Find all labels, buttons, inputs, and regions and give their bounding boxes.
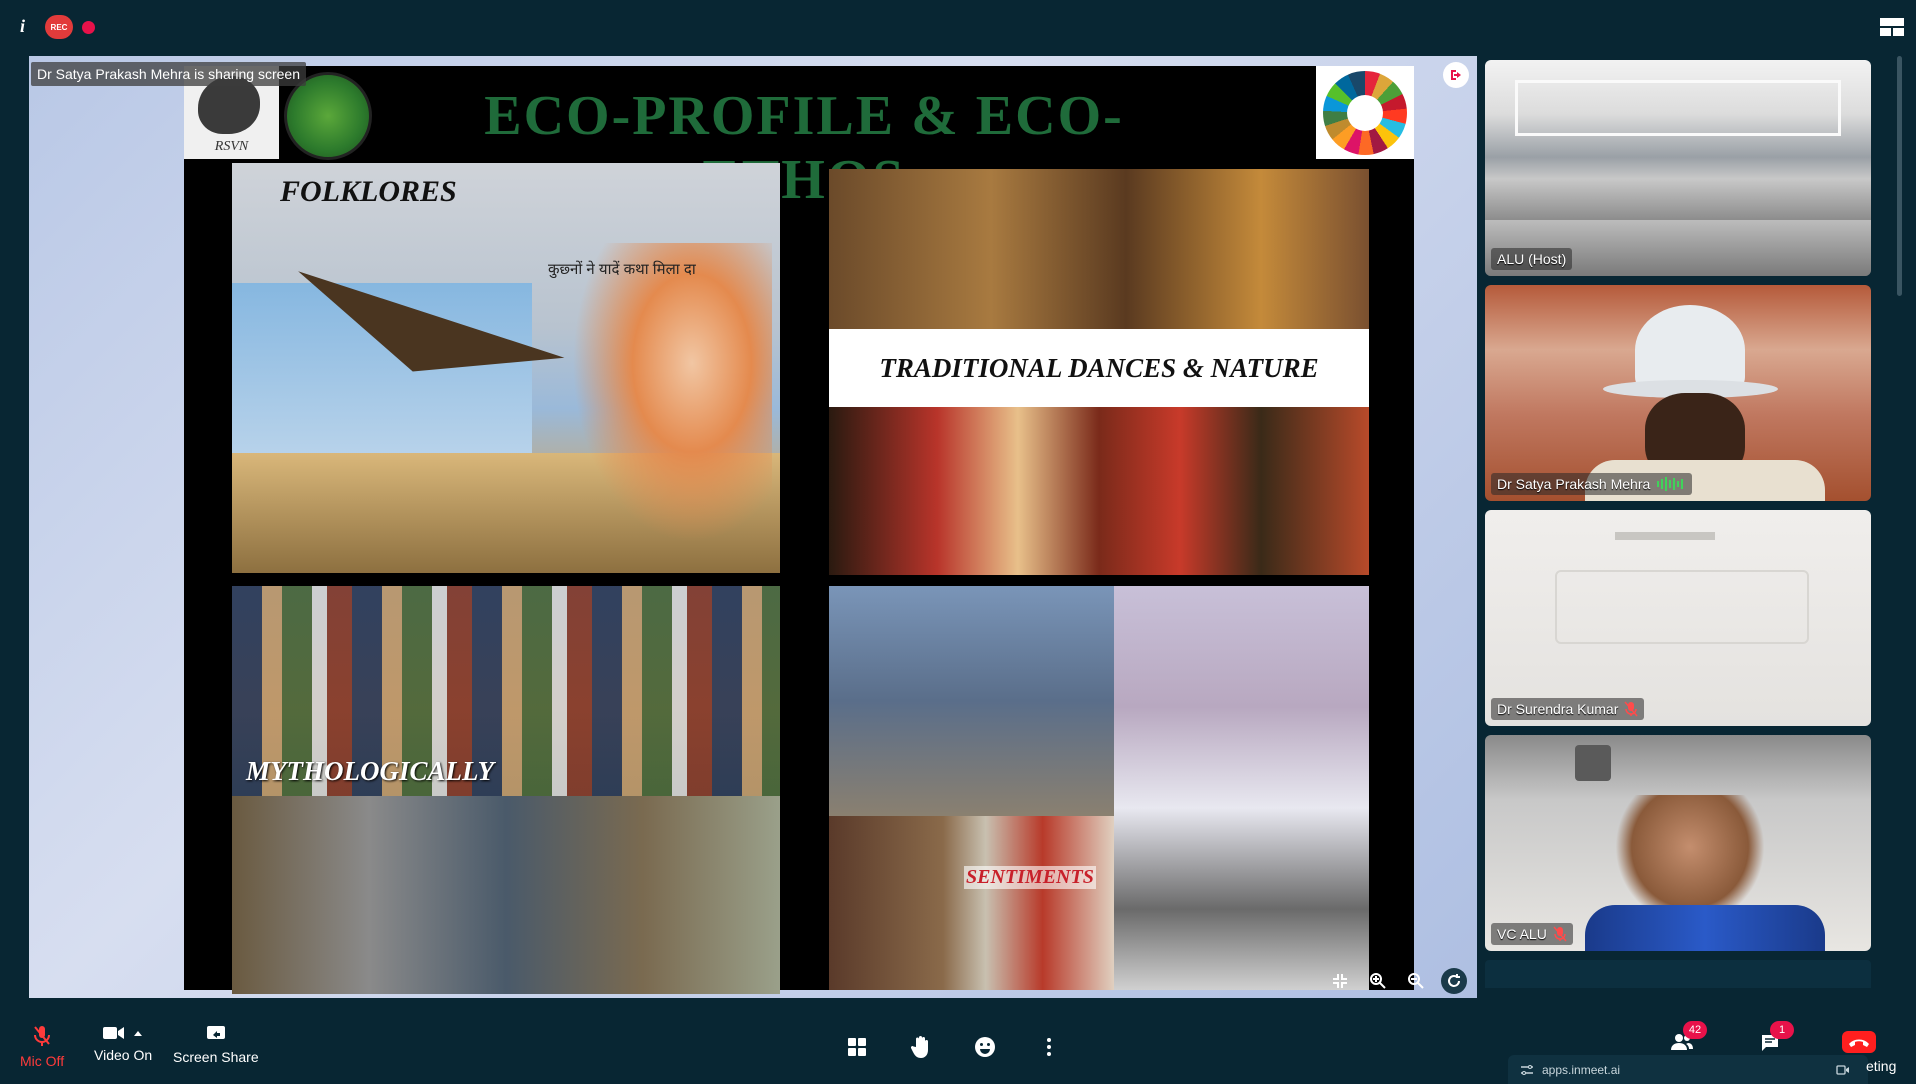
slide-header: RSVN ECO-PROFILE & ECO-ETHOS xyxy=(184,66,1414,211)
sentiments-label: SENTIMENTS xyxy=(964,866,1096,889)
participant-name: Dr Surendra Kumar xyxy=(1497,701,1619,717)
participant-tile[interactable]: Dr Satya Prakash Mehra xyxy=(1485,285,1871,501)
more-options-icon[interactable] xyxy=(1037,1035,1061,1059)
meeting-label: eting xyxy=(1866,1058,1897,1074)
mythology-panel: MYTHOLOGICALLY xyxy=(232,586,780,994)
participant-name-tag: Dr Satya Prakash Mehra xyxy=(1491,473,1693,495)
participant-tile[interactable]: Dr Surendra Kumar xyxy=(1485,510,1871,726)
mic-muted-icon xyxy=(1624,701,1638,717)
raise-hand-icon[interactable] xyxy=(909,1035,933,1059)
exit-share-icon[interactable] xyxy=(1443,62,1469,88)
screen-share-label: Screen Share xyxy=(173,1049,259,1065)
participant-name-tag: VC ALU xyxy=(1491,923,1573,945)
camera-indicator-icon[interactable] xyxy=(1836,1064,1850,1076)
mic-button[interactable]: Mic Off xyxy=(20,1025,64,1069)
reset-view-icon[interactable] xyxy=(1441,968,1467,994)
recording-label: REC xyxy=(50,22,68,32)
sharing-banner: Dr Satya Prakash Mehra is sharing screen xyxy=(31,62,306,86)
shared-screen: RSVN ECO-PROFILE & ECO-ETHOS FOLKLORES क… xyxy=(29,56,1477,998)
reactions-icon[interactable] xyxy=(973,1035,997,1059)
mythology-label: MYTHOLOGICALLY xyxy=(246,756,494,786)
mic-muted-icon xyxy=(1553,926,1567,942)
exit-fullscreen-icon[interactable] xyxy=(1327,968,1353,994)
info-icon[interactable]: i xyxy=(20,16,25,37)
bottom-control-bar: Mic Off Video On Screen Share 42 1 apps.… xyxy=(0,1005,1916,1084)
hang-up-icon xyxy=(1849,1039,1869,1047)
participant-name-tag: Dr Surendra Kumar xyxy=(1491,698,1645,720)
folklores-panel: FOLKLORES कुछ्नों ने यादें कथा मिला दा xyxy=(232,163,780,573)
video-label: Video On xyxy=(94,1047,153,1063)
mic-label: Mic Off xyxy=(20,1053,65,1069)
participants-button[interactable]: 42 xyxy=(1671,1021,1707,1056)
layout-grid-icon[interactable] xyxy=(1880,18,1904,36)
presentation-slide: RSVN ECO-PROFILE & ECO-ETHOS FOLKLORES क… xyxy=(184,66,1414,994)
sentiments-panel: SENTIMENTS xyxy=(829,586,1369,990)
chat-count-badge: 1 xyxy=(1770,1021,1794,1039)
sdg-wheel-logo xyxy=(1316,66,1414,159)
site-settings-icon[interactable] xyxy=(1520,1064,1534,1076)
participant-tile[interactable]: VC ALU xyxy=(1485,735,1871,951)
organization-logo-text: RSVN xyxy=(214,139,249,154)
participant-name: Dr Satya Prakash Mehra xyxy=(1497,476,1651,492)
folklores-label: FOLKLORES xyxy=(280,175,457,208)
participant-name: ALU (Host) xyxy=(1497,251,1567,267)
share-view-tools xyxy=(1327,968,1467,994)
chevron-up-icon[interactable] xyxy=(133,1029,143,1037)
recording-badge: REC xyxy=(45,15,73,39)
participant-tile-partial[interactable] xyxy=(1485,960,1871,988)
zoom-out-icon[interactable] xyxy=(1403,968,1429,994)
live-dot-icon xyxy=(82,21,95,34)
mic-off-icon xyxy=(34,1026,51,1046)
leave-call-button[interactable] xyxy=(1842,1031,1876,1053)
top-bar: i REC xyxy=(0,0,1916,52)
video-camera-icon xyxy=(103,1027,125,1039)
browser-url-bar[interactable]: apps.inmeet.ai xyxy=(1508,1055,1868,1084)
dances-panel: TRADITIONAL DANCES & NATURE xyxy=(829,169,1369,575)
screen-share-button[interactable]: Screen Share xyxy=(173,1025,259,1065)
center-controls xyxy=(845,1035,1061,1059)
url-text: apps.inmeet.ai xyxy=(1542,1062,1621,1077)
participant-name-tag: ALU (Host) xyxy=(1491,248,1573,270)
screen-share-icon xyxy=(206,1026,225,1039)
dances-label: TRADITIONAL DANCES & NATURE xyxy=(879,352,1319,383)
grid-view-icon[interactable] xyxy=(845,1035,869,1059)
participants-count-badge: 42 xyxy=(1683,1021,1707,1039)
participant-name: VC ALU xyxy=(1497,926,1547,942)
video-button[interactable]: Video On xyxy=(94,1025,152,1063)
speaking-indicator-icon xyxy=(1657,477,1684,491)
tiles-scrollbar[interactable] xyxy=(1897,56,1902,296)
participant-tile[interactable]: ALU (Host) xyxy=(1485,60,1871,276)
folklores-hindi-text: कुछ्नों ने यादें कथा मिला दा xyxy=(548,261,696,278)
zoom-in-icon[interactable] xyxy=(1365,968,1391,994)
